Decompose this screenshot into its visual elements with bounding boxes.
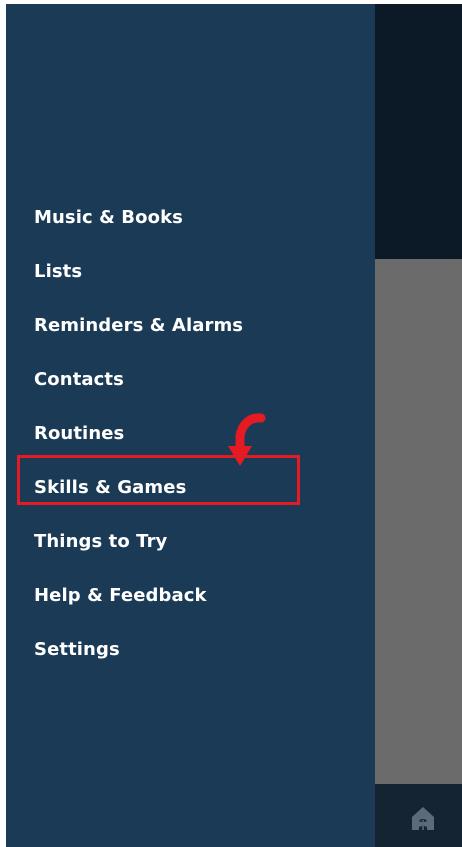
menu-item-label: Reminders & Alarms xyxy=(34,314,244,336)
menu-item-settings[interactable]: Settings xyxy=(6,622,375,676)
menu-item-routines[interactable]: Routines xyxy=(6,406,375,460)
menu-item-help-feedback[interactable]: Help & Feedback xyxy=(6,568,375,622)
menu-item-label: Things to Try xyxy=(34,530,168,552)
menu-item-things-to-try[interactable]: Things to Try xyxy=(6,514,375,568)
menu-item-reminders-alarms[interactable]: Reminders & Alarms xyxy=(6,298,375,352)
menu-item-contacts[interactable]: Contacts xyxy=(6,352,375,406)
menu-item-label: Music & Books xyxy=(34,206,183,228)
background-scrim xyxy=(375,259,462,784)
menu-item-label: Settings xyxy=(34,638,120,660)
navigation-drawer: Music & Books Lists Reminders & Alarms C… xyxy=(6,4,375,847)
dimmed-background[interactable] xyxy=(375,4,462,847)
menu-item-lists[interactable]: Lists xyxy=(6,244,375,298)
background-header xyxy=(375,4,462,259)
menu-item-music-books[interactable]: Music & Books xyxy=(6,190,375,244)
drawer-menu: Music & Books Lists Reminders & Alarms C… xyxy=(6,190,375,676)
bottom-nav-bar xyxy=(375,784,462,847)
menu-item-label: Contacts xyxy=(34,368,124,390)
app-screen: Music & Books Lists Reminders & Alarms C… xyxy=(6,4,462,847)
home-device-icon[interactable] xyxy=(408,803,438,833)
menu-item-label: Help & Feedback xyxy=(34,584,207,606)
menu-item-label: Lists xyxy=(34,260,83,282)
menu-item-label: Routines xyxy=(34,422,125,444)
annotation-arrow-icon xyxy=(218,413,266,469)
